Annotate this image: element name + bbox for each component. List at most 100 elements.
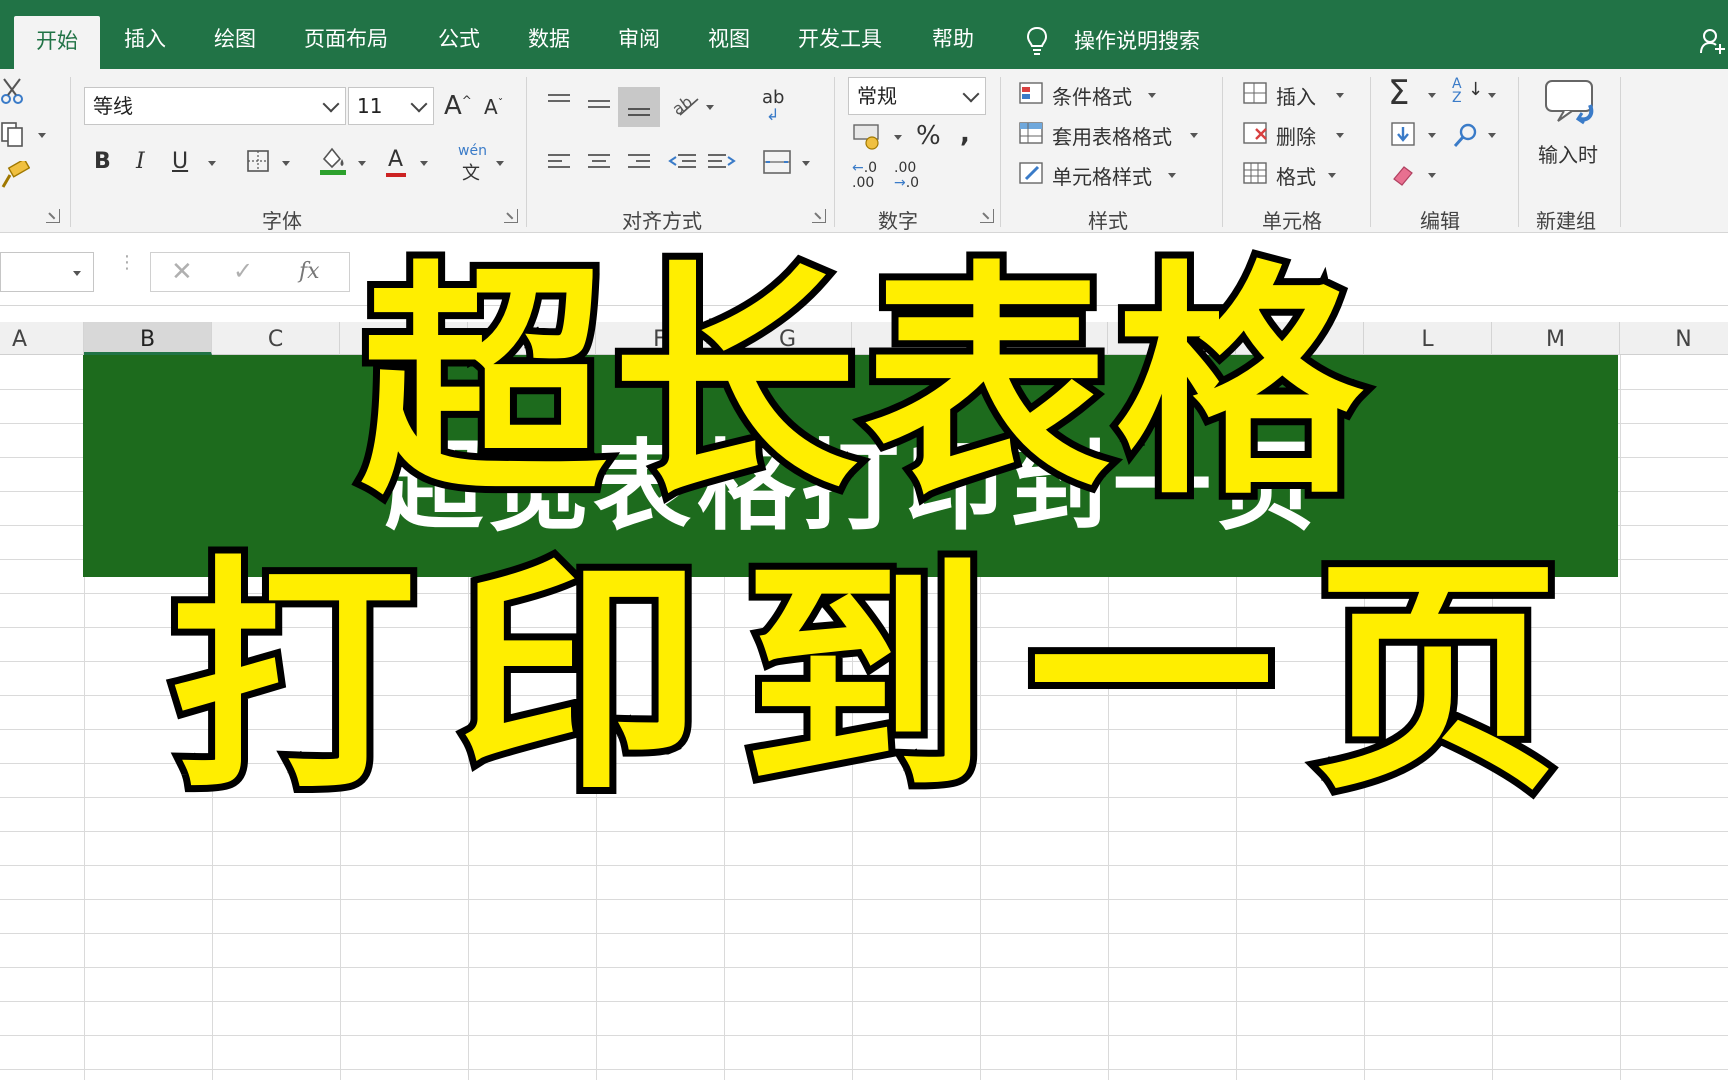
clipboard-launcher[interactable] <box>46 209 60 223</box>
font-color-icon[interactable]: A <box>388 147 403 172</box>
tab-data[interactable]: 数据 <box>528 0 570 69</box>
tab-view[interactable]: 视图 <box>708 0 750 69</box>
italic-icon[interactable]: I <box>136 149 145 174</box>
phonetic-icon[interactable]: wén <box>458 143 487 159</box>
delete-cells-button[interactable]: 删除 <box>1276 121 1316 150</box>
orientation-icon[interactable]: ab <box>670 89 702 119</box>
fill-down-icon[interactable] <box>1390 121 1418 149</box>
alignment-launcher[interactable] <box>812 209 826 223</box>
align-left-icon[interactable] <box>546 151 572 173</box>
align-center-icon[interactable] <box>586 151 612 173</box>
percent-style-icon[interactable]: % <box>916 121 941 151</box>
borders-icon[interactable] <box>246 149 270 173</box>
overlay-title-line-2: 打印到一页 <box>163 530 1601 830</box>
font-name-combo[interactable]: 等线 <box>84 87 346 125</box>
speech-input-button[interactable]: 输入时 <box>1538 139 1598 168</box>
conditional-format-button[interactable]: 条件格式 <box>1052 81 1132 110</box>
cancel-button[interactable]: ✕ <box>171 257 193 287</box>
bottom-align-button[interactable] <box>618 87 660 127</box>
tab-review[interactable]: 审阅 <box>618 0 660 69</box>
fill-color-dropdown[interactable] <box>358 161 366 166</box>
grid-line-horizontal <box>0 1035 1728 1036</box>
format-painter-icon[interactable] <box>0 161 30 189</box>
autosum-dropdown[interactable] <box>1428 93 1436 98</box>
chevron-down-icon[interactable] <box>410 95 428 113</box>
tab-insert[interactable]: 插入 <box>124 0 166 69</box>
find-select-icon[interactable] <box>1452 121 1480 149</box>
conditional-format-icon[interactable] <box>1018 81 1046 107</box>
sort-filter-dropdown[interactable] <box>1488 93 1496 98</box>
cell-styles-dropdown[interactable] <box>1168 173 1176 178</box>
format-as-table-button[interactable]: 套用表格格式 <box>1052 121 1172 150</box>
name-box[interactable] <box>0 252 94 292</box>
decrease-indent-icon[interactable] <box>668 151 698 173</box>
merge-center-icon[interactable] <box>762 149 792 175</box>
format-cells-button[interactable]: 格式 <box>1276 161 1316 190</box>
underline-dropdown[interactable] <box>208 161 216 166</box>
column-header-a[interactable]: A <box>0 322 84 355</box>
tab-draw[interactable]: 绘图 <box>214 0 256 69</box>
bold-icon[interactable]: B <box>94 149 111 174</box>
number-format-combo[interactable]: 常规 <box>848 77 986 115</box>
delete-cells-dropdown[interactable] <box>1336 133 1344 138</box>
chevron-down-icon[interactable] <box>322 95 340 113</box>
insert-cells-dropdown[interactable] <box>1336 93 1344 98</box>
clear-icon[interactable] <box>1390 161 1418 187</box>
shrink-font-icon[interactable]: Aˇ <box>484 95 503 119</box>
comma-style-icon[interactable]: , <box>960 119 970 149</box>
cell-styles-icon[interactable] <box>1018 161 1046 187</box>
format-as-table-dropdown[interactable] <box>1190 133 1198 138</box>
underline-icon[interactable]: U <box>172 149 188 174</box>
enter-button[interactable]: ✓ <box>233 257 253 285</box>
speech-input-icon[interactable] <box>1544 79 1598 129</box>
format-cells-dropdown[interactable] <box>1328 173 1336 178</box>
fill-down-dropdown[interactable] <box>1428 133 1436 138</box>
copy-icon[interactable] <box>0 119 28 147</box>
chevron-down-icon[interactable] <box>962 85 980 103</box>
orientation-dropdown[interactable] <box>706 105 714 110</box>
cut-icon[interactable] <box>0 77 28 105</box>
insert-cells-icon[interactable] <box>1242 81 1270 107</box>
find-select-dropdown[interactable] <box>1488 133 1496 138</box>
top-align-icon[interactable] <box>546 91 572 113</box>
conditional-format-dropdown[interactable] <box>1148 93 1156 98</box>
group-label-cells: 单元格 <box>1262 209 1322 233</box>
accounting-dropdown[interactable] <box>894 135 902 140</box>
fill-color-icon[interactable] <box>318 145 348 175</box>
column-header-m[interactable]: M <box>1492 322 1620 355</box>
delete-cells-icon[interactable] <box>1242 121 1270 147</box>
tab-developer[interactable]: 开发工具 <box>798 0 882 69</box>
name-box-dropdown[interactable] <box>73 271 81 276</box>
font-launcher[interactable] <box>504 209 518 223</box>
lightbulb-icon[interactable] <box>1026 26 1048 56</box>
number-launcher[interactable] <box>980 209 994 223</box>
accounting-format-icon[interactable] <box>852 121 886 151</box>
tab-page-layout[interactable]: 页面布局 <box>304 0 388 69</box>
copy-dropdown[interactable] <box>38 133 46 138</box>
middle-align-icon[interactable] <box>586 95 612 117</box>
autosum-icon[interactable]: Σ <box>1388 73 1409 113</box>
align-right-icon[interactable] <box>626 151 652 173</box>
borders-dropdown[interactable] <box>282 161 290 166</box>
grow-font-icon[interactable]: A^ <box>444 91 472 121</box>
font-color-dropdown[interactable] <box>420 161 428 166</box>
insert-cells-button[interactable]: 插入 <box>1276 81 1316 110</box>
clear-dropdown[interactable] <box>1428 173 1436 178</box>
tab-home[interactable]: 开始 <box>14 16 100 69</box>
drag-handle[interactable]: ⋮ <box>118 254 136 272</box>
format-as-table-icon[interactable] <box>1018 121 1046 147</box>
tab-formulas[interactable]: 公式 <box>438 0 480 69</box>
column-header-n[interactable]: N <box>1620 322 1728 355</box>
cell-styles-button[interactable]: 单元格样式 <box>1052 161 1152 190</box>
phonetic-dropdown[interactable] <box>496 161 504 166</box>
format-cells-icon[interactable] <box>1242 161 1270 187</box>
merge-dropdown[interactable] <box>802 161 810 166</box>
column-header-b[interactable]: B <box>84 322 212 355</box>
tab-help[interactable]: 帮助 <box>932 0 974 69</box>
increase-indent-icon[interactable] <box>706 151 736 173</box>
sort-filter-icon[interactable]: AZ <box>1452 77 1462 105</box>
share-user-icon[interactable] <box>1700 27 1726 55</box>
increase-decimal-icon[interactable]: ←.0.00 <box>852 161 877 191</box>
font-size-combo[interactable]: 11 <box>348 87 434 125</box>
decrease-decimal-icon[interactable]: .00 →.0 <box>894 161 919 191</box>
